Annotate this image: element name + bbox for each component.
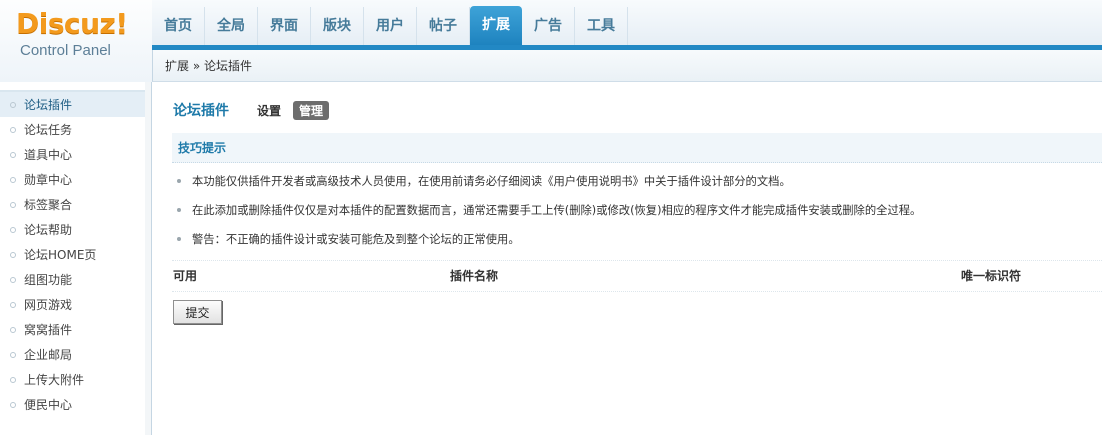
nav-global[interactable]: 全局 (205, 7, 258, 45)
sidebar-scrollbar[interactable] (145, 82, 151, 435)
nav-posts[interactable]: 帖子 (417, 7, 470, 45)
sidebar-item-label: 论坛插件 (24, 98, 73, 112)
bullet-icon (10, 351, 16, 358)
bullet-icon (10, 401, 16, 408)
sidebar-item-label: 上传大附件 (24, 373, 85, 387)
tab-settings[interactable]: 设置 (257, 102, 281, 119)
sidebar-item-forum-plugins[interactable]: 论坛插件 (0, 92, 151, 117)
column-header-identifier: 唯一标识符 (961, 269, 1022, 283)
bullet-icon (177, 237, 181, 241)
submit-button[interactable]: 提交 (173, 300, 222, 324)
sidebar-item-label: 勋章中心 (24, 173, 73, 187)
tip-item: 本功能仅供插件开发者或高级技术人员使用，在使用前请务必仔细阅读《用户使用说明书》… (177, 173, 791, 189)
header: Discuz! Control Panel 首页 全局 界面 版块 用户 帖子 … (0, 0, 1102, 82)
sidebar-item-gallery[interactable]: 组图功能 (0, 267, 151, 292)
bullet-icon (177, 179, 181, 183)
page-title: 论坛插件 (173, 103, 229, 119)
sidebar: 论坛插件 论坛任务 道具中心 勋章中心 标签聚合 论坛帮助 论坛HOME页 组图… (0, 82, 152, 435)
column-header-enabled: 可用 (173, 269, 198, 283)
bullet-icon (10, 101, 16, 108)
sidebar-item-label: 论坛帮助 (24, 223, 73, 237)
bullet-icon (10, 151, 16, 158)
sidebar-item-forum-tasks[interactable]: 论坛任务 (0, 117, 151, 142)
bullet-icon (177, 208, 181, 212)
bullet-icon (10, 301, 16, 308)
sidebar-item-label: 便民中心 (24, 398, 73, 412)
sidebar-item-label: 标签聚合 (24, 198, 73, 212)
bullet-icon (10, 126, 16, 133)
sidebar-item-wowo-plugin[interactable]: 窝窝插件 (0, 317, 151, 342)
sidebar-item-label: 网页游戏 (24, 298, 73, 312)
column-header-plugin-name: 插件名称 (450, 269, 499, 283)
logo-subtitle: Control Panel (20, 42, 111, 59)
bullet-icon (10, 226, 16, 233)
sidebar-item-label: 企业邮局 (24, 348, 73, 362)
sidebar-item-enterprise-mail[interactable]: 企业邮局 (0, 342, 151, 367)
bullet-icon (10, 376, 16, 383)
sidebar-item-web-games[interactable]: 网页游戏 (0, 292, 151, 317)
sidebar-item-label: 道具中心 (24, 148, 73, 162)
tip-text: 警告：不正确的插件设计或安装可能危及到整个论坛的正常使用。 (192, 233, 520, 246)
sidebar-item-convenience-center[interactable]: 便民中心 (0, 392, 151, 417)
sidebar-item-forum-home[interactable]: 论坛HOME页 (0, 242, 151, 267)
bullet-icon (10, 201, 16, 208)
sidebar-item-label: 窝窝插件 (24, 323, 73, 337)
logo-text: Discuz! (16, 7, 128, 40)
bullet-icon (10, 176, 16, 183)
tip-text: 本功能仅供插件开发者或高级技术人员使用，在使用前请务必仔细阅读《用户使用说明书》… (192, 175, 791, 188)
sidebar-item-props-center[interactable]: 道具中心 (0, 142, 151, 167)
main-content: 论坛插件 设置 管理 技巧提示 本功能仅供插件开发者或高级技术人员使用，在使用前… (153, 82, 1102, 435)
tips-title: 技巧提示 (178, 141, 227, 155)
tips-header: 技巧提示 (172, 133, 1102, 163)
nav-forums[interactable]: 版块 (311, 7, 364, 45)
sidebar-item-large-upload[interactable]: 上传大附件 (0, 367, 151, 392)
top-navigation: 首页 全局 界面 版块 用户 帖子 扩展 广告 工具 (152, 0, 1102, 45)
nav-extensions[interactable]: 扩展 (470, 6, 522, 45)
breadcrumb: 扩展 » 论坛插件 (152, 50, 1102, 82)
tip-item: 警告：不正确的插件设计或安装可能危及到整个论坛的正常使用。 (177, 231, 520, 247)
sidebar-item-label: 组图功能 (24, 273, 73, 287)
sidebar-item-label: 论坛HOME页 (24, 248, 97, 262)
bullet-icon (10, 276, 16, 283)
section-header: 论坛插件 设置 管理 (173, 100, 330, 120)
nav-users[interactable]: 用户 (364, 7, 417, 45)
sidebar-item-label: 论坛任务 (24, 123, 73, 137)
sidebar-item-forum-help[interactable]: 论坛帮助 (0, 217, 151, 242)
nav-tools[interactable]: 工具 (575, 7, 628, 45)
bullet-icon (10, 251, 16, 258)
tip-text: 在此添加或删除插件仅仅是对本插件的配置数据而言，通常还需要手工上传(删除)或修改… (192, 204, 922, 217)
bullet-icon (10, 326, 16, 333)
sidebar-item-tag-aggregation[interactable]: 标签聚合 (0, 192, 151, 217)
logo[interactable]: Discuz! Control Panel (0, 0, 152, 82)
tab-manage[interactable]: 管理 (293, 100, 330, 120)
nav-home[interactable]: 首页 (152, 7, 205, 45)
tip-item: 在此添加或删除插件仅仅是对本插件的配置数据而言，通常还需要手工上传(删除)或修改… (177, 202, 921, 218)
plugin-table-header: 可用 插件名称 唯一标识符 (172, 260, 1102, 292)
nav-interface[interactable]: 界面 (258, 7, 311, 45)
nav-ads[interactable]: 广告 (522, 7, 575, 45)
sidebar-item-medal-center[interactable]: 勋章中心 (0, 167, 151, 192)
